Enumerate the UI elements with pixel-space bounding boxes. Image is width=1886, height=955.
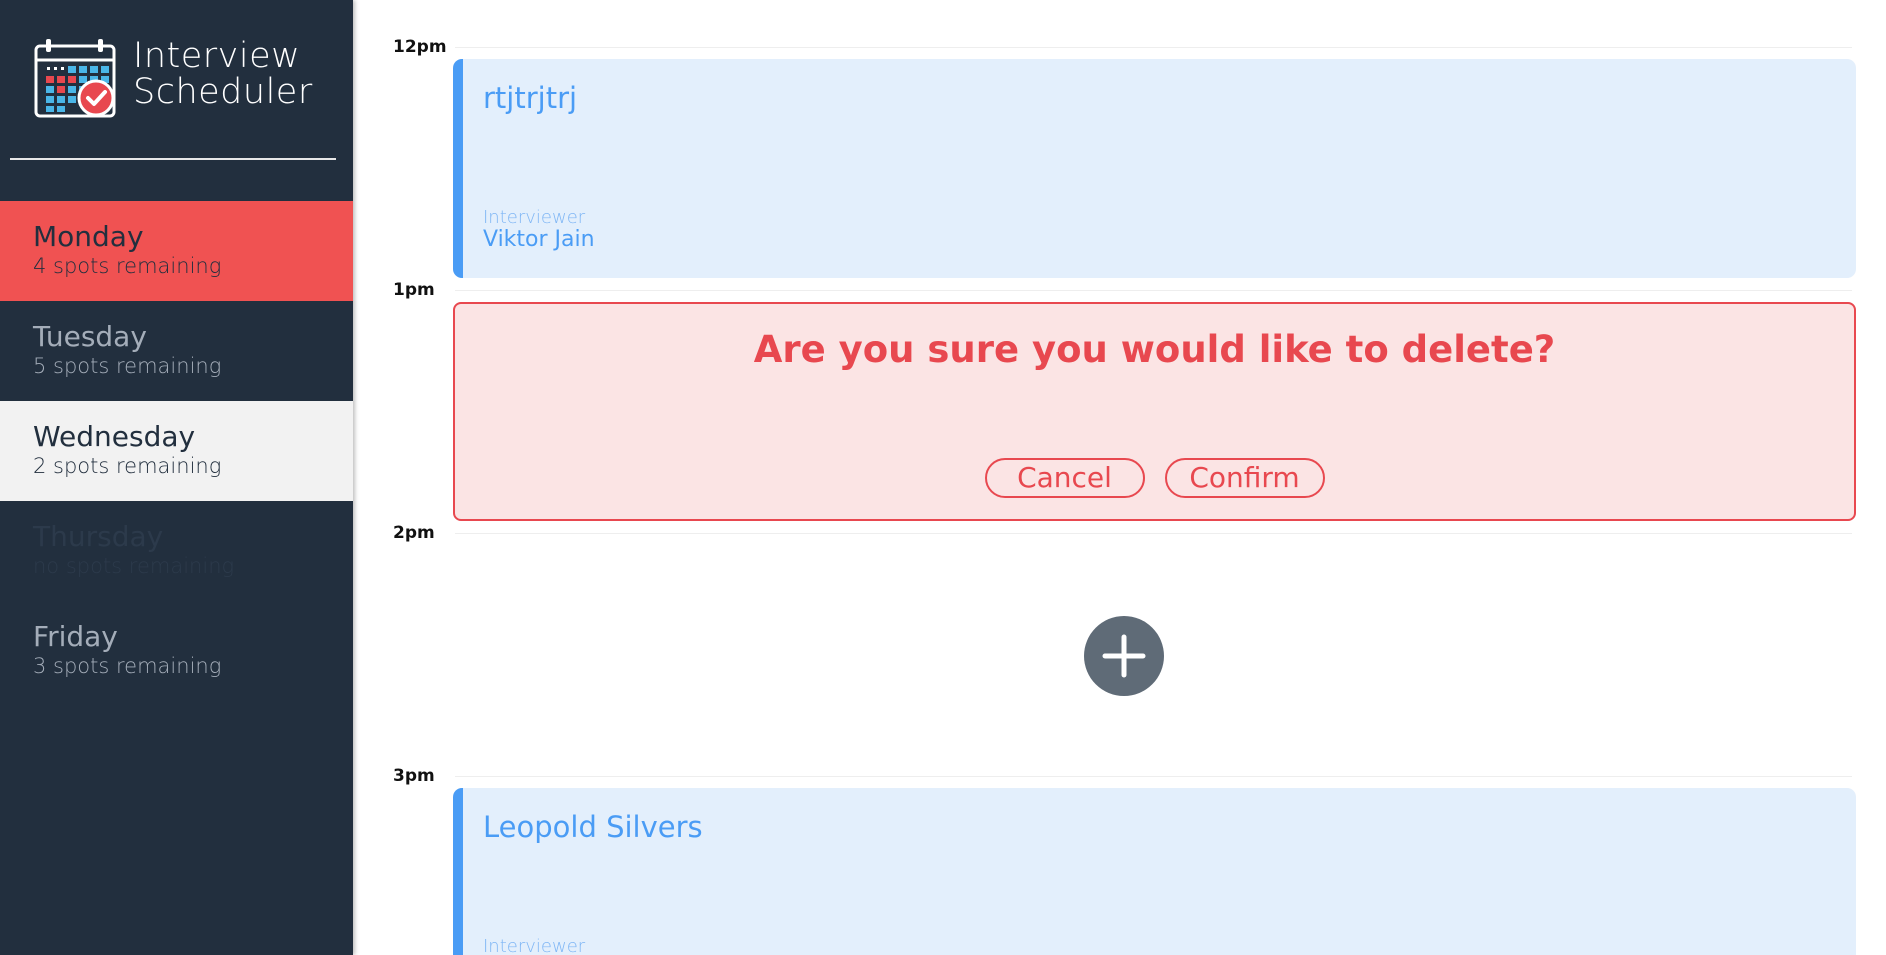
day-spots: no spots remaining <box>33 554 235 578</box>
slot-time: 12pm <box>393 37 447 57</box>
slot-time: 3pm <box>393 766 435 786</box>
student-name: rtjtrjtrj <box>483 81 578 115</box>
day-spots: 2 spots remaining <box>33 454 222 478</box>
day-spots: 4 spots remaining <box>33 254 222 278</box>
day-spots: 5 spots remaining <box>33 354 222 378</box>
add-appointment-button[interactable] <box>1084 616 1164 696</box>
interviewer-label: Interviewer <box>483 207 586 228</box>
schedule: 12pm rtjtrjtrj Interviewer Viktor Jain 1… <box>353 0 1886 955</box>
appointment-slot-3pm: 3pm Leopold Silvers Interviewer <box>353 729 1886 955</box>
day-name: Tuesday <box>33 320 147 353</box>
appointment-card[interactable]: Leopold Silvers Interviewer <box>453 788 1856 955</box>
slot-separator <box>455 47 1852 48</box>
day-spots: 3 spots remaining <box>33 654 222 678</box>
app-title: Interview Scheduler <box>133 38 313 110</box>
app-title-line1: Interview <box>133 36 301 76</box>
app-title-line2: Scheduler <box>133 72 313 112</box>
day-item-monday[interactable]: Monday 4 spots remaining <box>0 201 353 301</box>
sidebar: Interview Scheduler Monday 4 spots remai… <box>0 0 353 955</box>
slot-time: 1pm <box>393 280 435 300</box>
interviewer-label: Interviewer <box>483 936 586 955</box>
appointment-slot-12pm: 12pm rtjtrjtrj Interviewer Viktor Jain <box>353 0 1886 278</box>
slot-separator <box>455 533 1852 534</box>
day-item-wednesday[interactable]: Wednesday 2 spots remaining <box>0 401 353 501</box>
day-name: Friday <box>33 620 118 653</box>
day-item-friday[interactable]: Friday 3 spots remaining <box>0 601 353 701</box>
slot-separator <box>455 290 1852 291</box>
plus-icon <box>1102 634 1146 678</box>
day-name: Monday <box>33 220 144 253</box>
student-name: Leopold Silvers <box>483 810 703 844</box>
confirm-message: Are you sure you would like to delete? <box>753 328 1556 371</box>
day-name: Thursday <box>33 520 164 553</box>
day-list: Monday 4 spots remaining Tuesday 5 spots… <box>0 201 353 701</box>
day-item-thursday[interactable]: Thursday no spots remaining <box>0 501 353 601</box>
sidebar-divider <box>10 158 336 160</box>
slot-separator <box>455 776 1852 777</box>
day-name: Wednesday <box>33 420 196 453</box>
slot-time: 2pm <box>393 523 435 543</box>
appointment-slot-1pm: 1pm Are you sure you would like to delet… <box>353 243 1886 521</box>
brand: Interview Scheduler <box>34 38 313 120</box>
calendar-logo-icon <box>34 39 116 118</box>
day-item-tuesday[interactable]: Tuesday 5 spots remaining <box>0 301 353 401</box>
